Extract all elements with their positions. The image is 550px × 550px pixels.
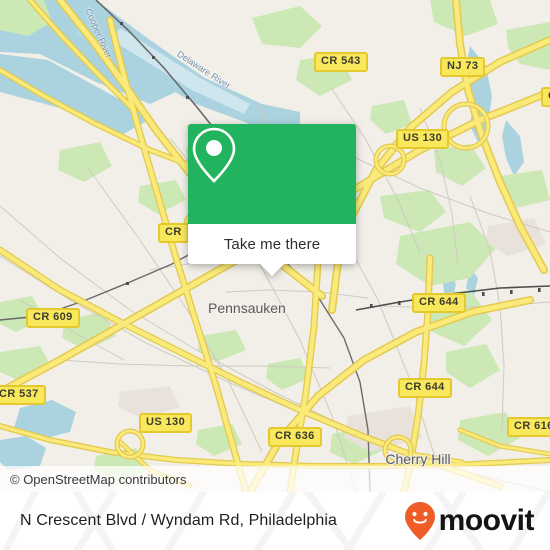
- station-title-text: N Crescent Blvd / Wyndam Rd, Philadelphi…: [20, 512, 337, 529]
- moovit-station-map-screenshot: Delaware River Cooper River Pennsauken C…: [0, 0, 550, 550]
- road-shield-us-130-north: US 130: [396, 129, 450, 149]
- station-callout-card[interactable]: Take me there: [188, 124, 356, 276]
- osm-attribution-text: © OpenStreetMap contributors: [10, 471, 187, 487]
- footer-bar: N Crescent Blvd / Wyndam Rd, Philadelphi…: [0, 492, 550, 550]
- road-shield-cr-behind-card: CR: [158, 223, 189, 243]
- road-shield-nj-73: NJ 73: [440, 57, 486, 77]
- road-shield-us-130-south: US 130: [139, 413, 193, 433]
- place-label-cherry-hill: Cherry Hill: [385, 451, 451, 467]
- road-shield-cr-537: CR 537: [0, 385, 46, 405]
- road-shield-cr-644-north: CR 644: [412, 293, 466, 313]
- station-title: N Crescent Blvd / Wyndam Rd, Philadelphi…: [20, 492, 337, 550]
- take-me-there-label: Take me there: [223, 235, 321, 253]
- map-canvas[interactable]: Delaware River Cooper River Pennsauken C…: [0, 0, 550, 492]
- card-pin-area: [188, 124, 356, 224]
- moovit-pin-smile-icon: [404, 502, 435, 540]
- road-shield-cr-543: CR 543: [314, 52, 368, 72]
- road-shield-cr-644-south: CR 644: [398, 378, 452, 398]
- road-shield-cr-616: CR 616: [507, 417, 550, 437]
- road-shield-cr-right-clipped: CR: [541, 87, 550, 107]
- place-label-pennsauken: Pennsauken: [208, 300, 286, 316]
- road-shield-cr-609: CR 609: [26, 308, 80, 328]
- moovit-logo[interactable]: moovit: [404, 492, 535, 550]
- callout-tail: [260, 264, 284, 276]
- map-pin-icon: [192, 127, 236, 183]
- osm-attribution-bar[interactable]: © OpenStreetMap contributors: [0, 466, 550, 492]
- moovit-wordmark: moovit: [438, 504, 535, 537]
- take-me-there-button[interactable]: Take me there: [188, 224, 356, 264]
- road-shield-cr-636: CR 636: [268, 427, 322, 447]
